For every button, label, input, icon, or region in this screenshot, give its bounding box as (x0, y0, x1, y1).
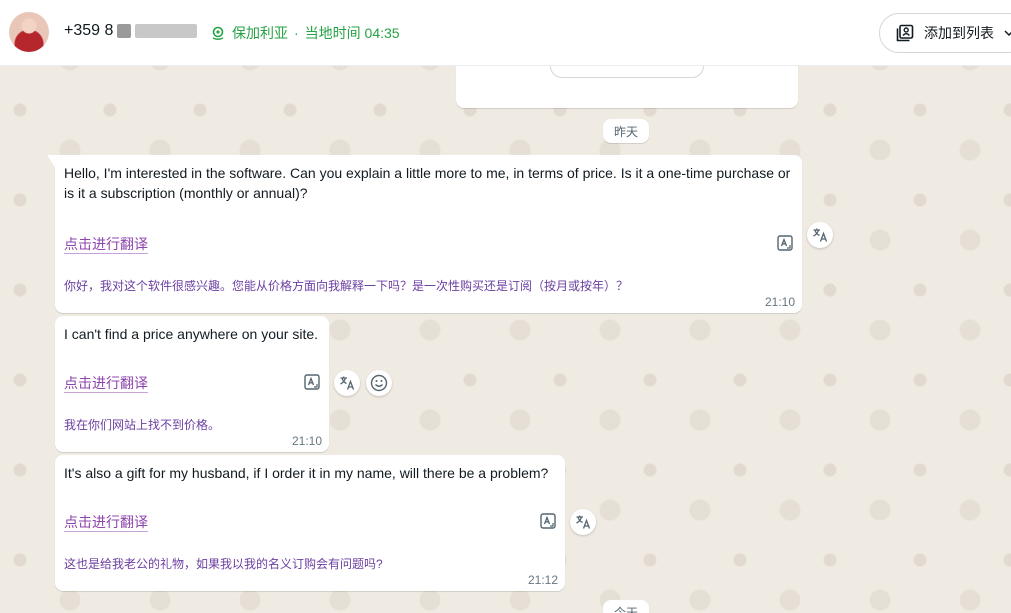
chat-header: +359 8 保加利亚 · 当地时间 04:35 添加到列表 (0, 0, 1011, 66)
date-label: 今天 (614, 605, 639, 613)
translate-icon[interactable] (540, 513, 556, 529)
redacted-block (135, 24, 198, 38)
contact-location: 保加利亚 · 当地时间 04:35 (210, 23, 400, 43)
country-label: 保加利亚 (232, 25, 288, 41)
message-text: I can't find a price anywhere on your si… (64, 326, 319, 342)
translated-text: 我在你们网站上找不到价格。 (64, 418, 221, 432)
translate-button[interactable] (334, 370, 360, 396)
translate-link[interactable]: 点击进行翻译 (64, 373, 148, 393)
translate-link[interactable]: 点击进行翻译 (64, 512, 148, 532)
message-time: 21:10 (764, 295, 795, 309)
incoming-message[interactable]: Hello, I'm interested in the software. C… (47, 155, 802, 313)
translate-button[interactable] (570, 509, 596, 535)
previous-message-card (456, 60, 798, 108)
message-text: Hello, I'm interested in the software. C… (64, 165, 791, 201)
date-separator-yesterday: 昨天 (603, 119, 650, 143)
message-text: It's also a gift for my husband, if I or… (64, 465, 549, 481)
emoji-reaction-button[interactable] (366, 370, 392, 396)
date-label: 昨天 (614, 124, 639, 139)
translate-icon (813, 228, 828, 242)
date-separator-today: 今天 (603, 600, 650, 613)
translate-icon (576, 515, 591, 529)
smiley-icon (370, 374, 388, 392)
translated-text: 你好，我对这个软件很感兴趣。您能从价格方面向我解释一下吗？是一次性购买还是订阅（… (64, 279, 629, 293)
translated-text: 这也是给我老公的礼物，如果我以我的名义订购会有问题吗? (64, 557, 383, 571)
incoming-message[interactable]: I can't find a price anywhere on your si… (55, 316, 329, 452)
translate-icon (340, 376, 355, 390)
chevron-down-icon (1004, 30, 1011, 37)
translate-link[interactable]: 点击进行翻译 (64, 234, 148, 254)
contact-list-icon (896, 24, 914, 42)
message-time: 21:10 (291, 434, 322, 448)
contact-avatar[interactable] (9, 12, 49, 52)
translate-icon[interactable] (304, 374, 320, 390)
add-to-list-label: 添加到列表 (924, 25, 994, 41)
translate-icon[interactable] (777, 235, 793, 251)
message-time: 21:12 (527, 573, 558, 587)
redacted-block (117, 24, 132, 38)
separator-dot: · (294, 25, 299, 41)
contact-phone-number: +359 8 (64, 22, 114, 39)
add-to-list-button[interactable]: 添加到列表 (879, 13, 1011, 53)
translate-button[interactable] (807, 222, 833, 248)
local-time-label: 当地时间 04:35 (304, 25, 400, 41)
incoming-message[interactable]: It's also a gift for my husband, if I or… (55, 455, 565, 591)
contact-phone[interactable]: +359 8 (64, 22, 198, 40)
location-pin-icon (212, 26, 224, 40)
